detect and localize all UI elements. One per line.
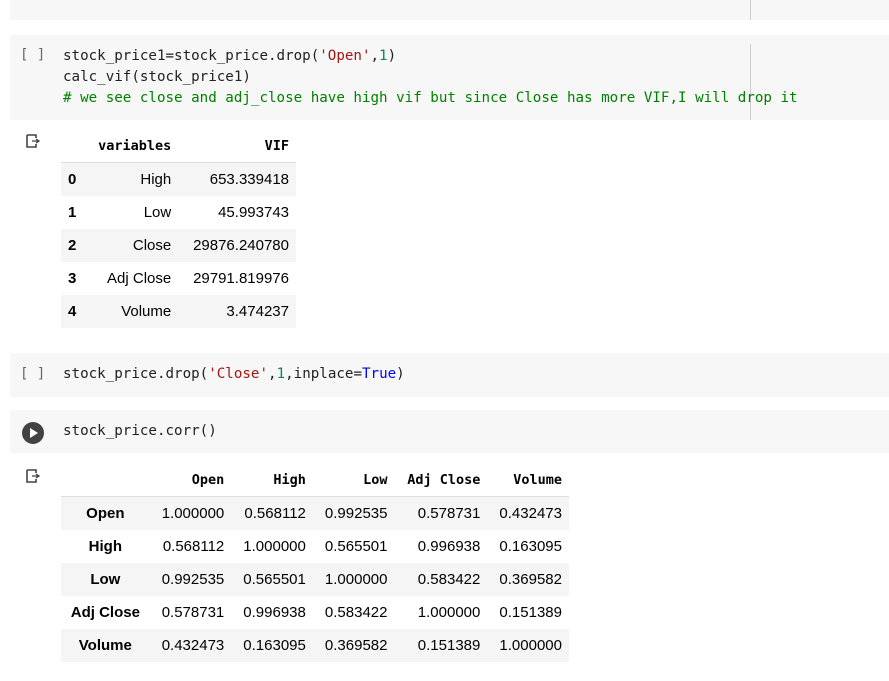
code-token: stock_price1=stock_price.drop(: [63, 48, 320, 64]
table-cell: Volume: [121, 303, 172, 320]
table-cell: 653.339418: [209, 171, 289, 188]
table-row: 0 High 653.339418: [61, 162, 296, 196]
code-token: 1: [276, 366, 286, 382]
row-index: 1: [68, 204, 77, 221]
table-row: Open 1.000000 0.568112 0.992535 0.578731 0.43…: [61, 496, 569, 530]
code-token: stock_price.corr(): [63, 423, 217, 439]
table-cell: 0.996938: [417, 538, 481, 555]
code-token: ): [387, 48, 397, 64]
vif-table: variables VIF 0 High 653.339418 1 Low 45.993743…: [61, 129, 296, 328]
table-row: Adj Close 0.578731 0.996938 0.583422 1.00000…: [61, 596, 569, 629]
code-line: calc_vif(stock_price1): [63, 67, 798, 88]
table-cell: 0.578731: [417, 505, 481, 522]
code-line: stock_price.corr(): [63, 421, 217, 442]
table-cell: 1.000000: [417, 604, 481, 621]
code-editor[interactable]: stock_price.corr(): [63, 421, 217, 442]
table-cell: 0.578731: [161, 604, 225, 621]
column-header: variables: [84, 129, 179, 163]
column-header: Adj Close: [394, 463, 488, 497]
code-token: calc_vif(stock_price1): [63, 69, 251, 85]
code-token: ): [396, 366, 405, 382]
table-cell: 0.369582: [499, 571, 562, 588]
table-cell: 29791.819976: [193, 270, 289, 287]
code-token: 'Close': [208, 366, 269, 382]
table-cell: 0.432473: [161, 637, 225, 654]
row-index: Low: [90, 571, 121, 588]
table-cell: 0.565501: [243, 571, 306, 588]
code-editor[interactable]: stock_price.drop('Close',1,inplace=True): [63, 364, 405, 385]
table-cell: Adj Close: [107, 270, 172, 287]
code-token: 'Open': [319, 48, 371, 64]
table-row: Low 0.992535 0.565501 1.000000 0.583422 0.369…: [61, 563, 569, 596]
row-index: Adj Close: [70, 604, 140, 621]
row-index: High: [88, 538, 122, 555]
table-cell: 0.996938: [243, 604, 306, 621]
code-token: ,: [268, 366, 277, 382]
output-icon: [26, 134, 40, 148]
column-header: [61, 463, 150, 497]
code-editor[interactable]: stock_price1=stock_price.drop('Open',1)c…: [63, 46, 798, 109]
table-cell: 1.000000: [499, 637, 562, 654]
table-cell: Low: [143, 204, 172, 221]
table-cell: 0.151389: [499, 604, 562, 621]
table-cell: 0.992535: [324, 505, 388, 522]
table-cell: 3.474237: [226, 303, 289, 320]
output-icon: [26, 469, 40, 483]
code-token: True: [361, 366, 397, 382]
table-cell: Close: [132, 237, 172, 254]
table-row: Volume 0.432473 0.163095 0.369582 0.151389 1.…: [61, 629, 569, 662]
table-row: 3 Adj Close 29791.819976: [61, 262, 296, 295]
table-cell: 0.568112: [162, 538, 225, 555]
code-token: # we see close and adj_close have high v…: [63, 90, 798, 106]
row-index: 0: [68, 171, 77, 188]
table-cell: 0.432473: [499, 505, 562, 522]
code-token: stock_price.drop(: [63, 366, 209, 382]
table-cell: 0.163095: [499, 538, 562, 555]
table-cell: 0.583422: [324, 604, 388, 621]
table-cell: 0.369582: [324, 637, 388, 654]
code-line: stock_price1=stock_price.drop('Open',1): [63, 46, 798, 67]
column-header: VIF: [178, 129, 296, 163]
table-cell: 1.000000: [243, 538, 306, 555]
code-token: ,inplace=: [285, 366, 362, 382]
code-line: stock_price.drop('Close',1,inplace=True): [63, 364, 405, 385]
code-token: 1: [379, 48, 388, 64]
table-cell: 1.000000: [161, 505, 225, 522]
line-ruler: [750, 0, 751, 20]
table-cell: 0.992535: [161, 571, 225, 588]
table-cell: 0.163095: [243, 637, 306, 654]
column-header: Volume: [487, 463, 569, 497]
code-line: # we see close and adj_close have high v…: [63, 88, 798, 109]
column-header: [61, 129, 85, 163]
previous-cell[interactable]: [10, 0, 889, 20]
code-token: ,: [370, 48, 380, 64]
table-row: 1 Low 45.993743: [61, 196, 296, 229]
table-cell: 45.993743: [218, 204, 289, 221]
run-cell-button[interactable]: [22, 422, 44, 444]
table-cell: 0.565501: [324, 538, 388, 555]
table-cell: 0.568112: [244, 505, 306, 522]
column-header: High: [231, 463, 313, 497]
row-index: 3: [68, 270, 77, 287]
row-index: 4: [68, 303, 77, 320]
cell-run-prompt[interactable]: [ ]: [20, 366, 45, 382]
table-row: 2 Close 29876.240780: [61, 229, 296, 262]
row-index: Volume: [78, 637, 132, 654]
correlation-table: Open High Low Adj Close Volume Open 1.000000 0.…: [61, 463, 569, 662]
table-row: 4 Volume 3.474237: [61, 295, 296, 328]
table-cell: 1.000000: [324, 571, 388, 588]
row-index: Open: [86, 505, 125, 522]
column-header: Low: [312, 463, 395, 497]
table-cell: High: [140, 171, 172, 188]
table-cell: 29876.240780: [193, 237, 289, 254]
cell-run-prompt[interactable]: [ ]: [20, 47, 45, 63]
row-index: 2: [68, 237, 77, 254]
table-cell: 0.583422: [417, 571, 481, 588]
column-header: Open: [149, 463, 232, 497]
table-row: High 0.568112 1.000000 0.565501 0.996938 0.16…: [61, 530, 569, 563]
table-cell: 0.151389: [417, 637, 481, 654]
